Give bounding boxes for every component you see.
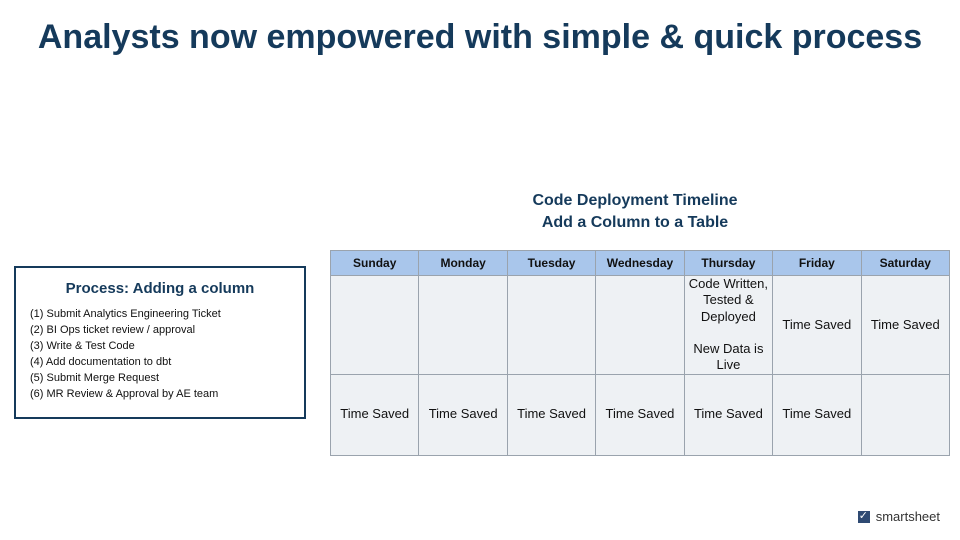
day-header: Wednesday [596, 251, 684, 276]
timeline-row-1: Code Written, Tested & Deployed New Data… [331, 276, 950, 375]
timeline-cell: Time Saved [507, 374, 595, 455]
day-header: Tuesday [507, 251, 595, 276]
timeline-cell-deploy: Code Written, Tested & Deployed New Data… [684, 276, 772, 375]
timeline-cell [596, 276, 684, 375]
process-box: Process: Adding a column (1) Submit Anal… [14, 266, 306, 419]
slide-title: Analysts now empowered with simple & qui… [0, 18, 960, 57]
timeline-heading-line2: Add a Column to a Table [542, 214, 728, 231]
process-step: (2) BI Ops ticket review / approval [30, 323, 290, 339]
timeline-cell: Time Saved [596, 374, 684, 455]
timeline-header-row: Sunday Monday Tuesday Wednesday Thursday… [331, 251, 950, 276]
process-step: (1) Submit Analytics Engineering Ticket [30, 307, 290, 323]
timeline-cell: Time Saved [773, 374, 861, 455]
brand-name: smartsheet [876, 509, 940, 524]
timeline-heading-line1: Code Deployment Timeline [532, 192, 737, 209]
process-step: (4) Add documentation to dbt [30, 355, 290, 371]
brand-mark-icon [858, 511, 870, 523]
timeline-cell: Time Saved [861, 276, 949, 375]
day-header: Friday [773, 251, 861, 276]
deploy-line1: Code Written, Tested & Deployed [689, 276, 768, 324]
timeline-cell: Time Saved [419, 374, 507, 455]
timeline-cell: Time Saved [684, 374, 772, 455]
process-step: (5) Submit Merge Request [30, 371, 290, 387]
timeline-row-2: Time Saved Time Saved Time Saved Time Sa… [331, 374, 950, 455]
day-header: Thursday [684, 251, 772, 276]
brand-logo: smartsheet [858, 509, 940, 524]
timeline-cell [331, 276, 419, 375]
deploy-line2: New Data is Live [693, 341, 763, 372]
day-header: Saturday [861, 251, 949, 276]
slide: Analysts now empowered with simple & qui… [0, 0, 960, 540]
process-step: (6) MR Review & Approval by AE team [30, 387, 290, 403]
timeline-cell [419, 276, 507, 375]
process-step: (3) Write & Test Code [30, 339, 290, 355]
timeline-heading: Code Deployment Timeline Add a Column to… [320, 190, 950, 233]
day-header: Sunday [331, 251, 419, 276]
timeline-table: Sunday Monday Tuesday Wednesday Thursday… [330, 250, 950, 456]
timeline-cell [861, 374, 949, 455]
timeline-cell: Time Saved [331, 374, 419, 455]
timeline-cell: Time Saved [773, 276, 861, 375]
day-header: Monday [419, 251, 507, 276]
timeline-cell [507, 276, 595, 375]
process-heading: Process: Adding a column [30, 280, 290, 297]
